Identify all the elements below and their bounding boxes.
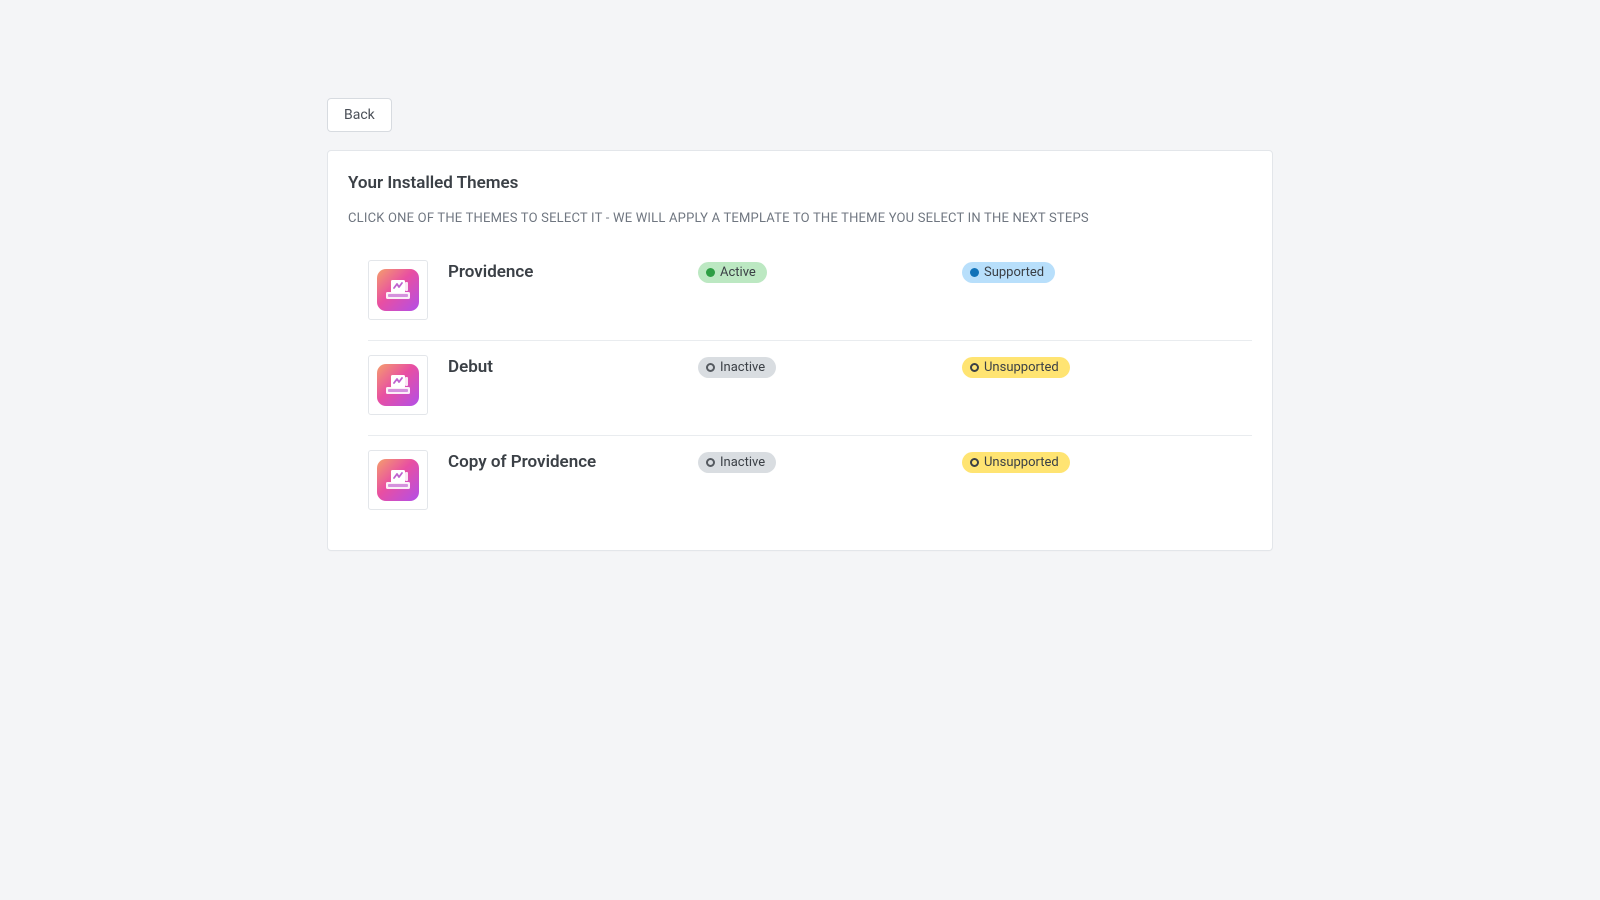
themes-card: Your Installed Themes CLICK ONE OF THE T…: [327, 150, 1273, 551]
status-col: Active: [698, 260, 962, 283]
status-col: Inactive: [698, 450, 962, 473]
theme-list: Providence Active Supported Debut Inactive Un…: [348, 246, 1252, 520]
dot-ring-icon: [706, 458, 715, 467]
card-subtitle: CLICK ONE OF THE THEMES TO SELECT IT - W…: [348, 211, 1252, 226]
unsupported-badge: Unsupported: [962, 357, 1070, 378]
theme-row[interactable]: Copy of Providence Inactive Unsupported: [368, 436, 1252, 520]
theme-thumbnail: [368, 450, 428, 510]
dot-ring-icon: [970, 363, 979, 372]
theme-name: Debut: [448, 355, 698, 377]
badge-label: Unsupported: [984, 455, 1059, 470]
support-col: Supported: [962, 260, 1222, 283]
active-badge: Active: [698, 262, 767, 283]
theme-thumbnail-icon: [377, 364, 419, 406]
badge-label: Unsupported: [984, 360, 1059, 375]
dot-ring-icon: [706, 363, 715, 372]
theme-name: Providence: [448, 260, 698, 282]
theme-row[interactable]: Providence Active Supported: [368, 246, 1252, 341]
badge-label: Supported: [984, 265, 1044, 280]
back-button[interactable]: Back: [327, 98, 392, 132]
badge-label: Active: [720, 265, 756, 280]
status-col: Inactive: [698, 355, 962, 378]
theme-name: Copy of Providence: [448, 450, 698, 472]
inactive-badge: Inactive: [698, 357, 776, 378]
theme-row[interactable]: Debut Inactive Unsupported: [368, 341, 1252, 436]
dot-ring-icon: [970, 458, 979, 467]
theme-thumbnail-icon: [377, 269, 419, 311]
unsupported-badge: Unsupported: [962, 452, 1070, 473]
card-title: Your Installed Themes: [348, 173, 1252, 193]
dot-solid-icon: [706, 268, 715, 277]
supported-badge: Supported: [962, 262, 1055, 283]
dot-solid-icon: [970, 268, 979, 277]
support-col: Unsupported: [962, 450, 1222, 473]
badge-label: Inactive: [720, 360, 765, 375]
page-container: Back Your Installed Themes CLICK ONE OF …: [327, 0, 1273, 551]
support-col: Unsupported: [962, 355, 1222, 378]
inactive-badge: Inactive: [698, 452, 776, 473]
badge-label: Inactive: [720, 455, 765, 470]
theme-thumbnail: [368, 355, 428, 415]
theme-thumbnail-icon: [377, 459, 419, 501]
theme-thumbnail: [368, 260, 428, 320]
